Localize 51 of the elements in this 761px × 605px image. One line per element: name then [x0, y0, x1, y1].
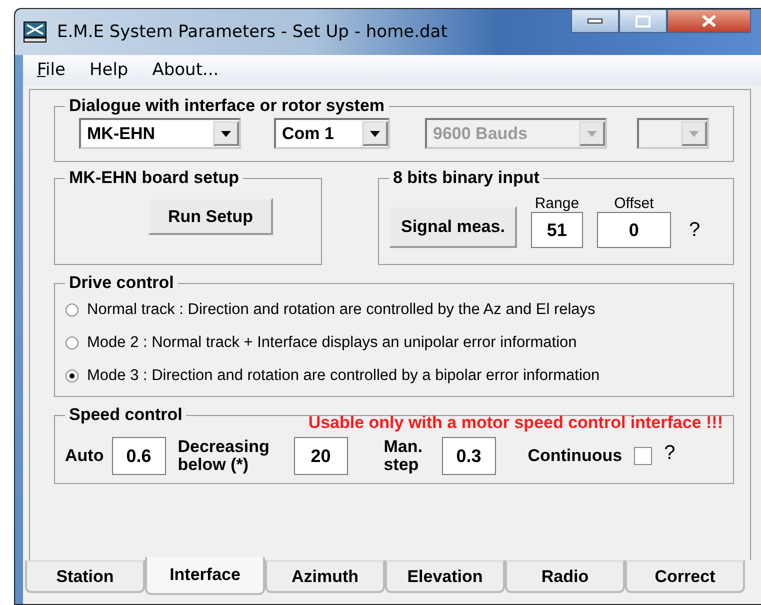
radio-button[interactable]: [65, 368, 79, 382]
caret-icon: [587, 130, 597, 136]
minimize-button[interactable]: [571, 9, 619, 33]
field-label: Decreasing below (*): [178, 438, 270, 474]
tab[interactable]: Correct: [625, 560, 745, 593]
app-icon: [23, 21, 47, 43]
caret-icon: [221, 130, 231, 136]
menu-item[interactable]: About...: [152, 60, 219, 80]
menu-item[interactable]: Help: [89, 60, 128, 80]
field-label: Man. step: [384, 438, 424, 474]
menu-item[interactable]: File: [37, 60, 66, 80]
group-title: Speed control: [68, 405, 184, 425]
minimize-icon: [587, 18, 603, 24]
input-field[interactable]: 20: [294, 437, 348, 475]
help-button[interactable]: ?: [684, 219, 704, 242]
group-title: Drive control: [68, 273, 175, 293]
caret-icon: [370, 130, 380, 136]
help-button[interactable]: ?: [660, 442, 680, 464]
maximize-icon: [635, 14, 651, 28]
signal-meas-button[interactable]: Signal meas.: [389, 206, 517, 248]
checkbox[interactable]: [634, 447, 652, 465]
radio-button[interactable]: [65, 302, 79, 316]
radio-label: Normal track : Direction and rotation are controlled by the Az and El relays: [87, 300, 596, 318]
tab[interactable]: Elevation: [385, 560, 505, 593]
input-field[interactable]: 0: [596, 212, 671, 248]
input-field[interactable]: 0.6: [112, 437, 166, 475]
group-title: Dialogue with interface or rotor system: [68, 96, 386, 116]
checkbox-label: Continuous: [528, 447, 622, 465]
dropdown[interactable]: Com 1: [274, 118, 390, 149]
radio-label: Mode 3 : Direction and rotation are controlled by a bipolar error information: [87, 366, 600, 384]
window-title: E.M.E System Parameters - Set Up - home.dat: [57, 22, 448, 42]
field-label: Range: [534, 195, 580, 212]
dropdown[interactable]: MK-EHN: [79, 118, 241, 149]
run-setup-button[interactable]: Run Setup: [148, 198, 273, 235]
maximize-button[interactable]: [619, 9, 667, 33]
field-label: Offset: [614, 195, 654, 212]
tab[interactable]: Interface: [145, 557, 265, 595]
warning-text: Usable only with a motor speed control interface !!!: [308, 413, 723, 433]
input-field[interactable]: 0.3: [442, 437, 496, 475]
group-title: MK-EHN board setup: [68, 168, 240, 188]
group-title: 8 bits binary input: [392, 168, 540, 188]
close-icon: [701, 14, 717, 28]
radio-label: Mode 2 : Normal track + Interface displays an unipolar error information: [87, 334, 577, 352]
field-label: Auto: [65, 447, 104, 465]
radio-button[interactable]: [65, 336, 79, 350]
tab[interactable]: Azimuth: [265, 560, 385, 593]
tab[interactable]: Station: [25, 560, 145, 593]
caret-icon: [689, 130, 699, 136]
tab[interactable]: Radio: [505, 560, 625, 593]
close-button[interactable]: [667, 9, 751, 33]
input-field[interactable]: 51: [530, 212, 583, 248]
